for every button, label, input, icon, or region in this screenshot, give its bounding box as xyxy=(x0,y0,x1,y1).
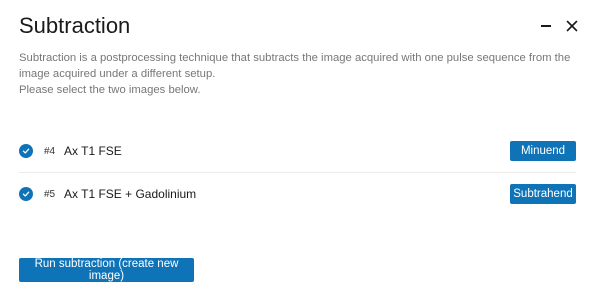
close-icon xyxy=(566,20,578,32)
window-controls xyxy=(539,18,579,34)
series-name: Ax T1 FSE xyxy=(64,144,122,158)
row-divider xyxy=(19,172,576,173)
description-text: Subtraction is a postprocessing techniqu… xyxy=(19,52,571,80)
checkmark-icon xyxy=(22,148,30,154)
description-instruction: Please select the two images below. xyxy=(19,84,201,96)
series-checkbox[interactable] xyxy=(19,187,33,201)
subtrahend-button[interactable]: Subtrahend xyxy=(510,184,576,204)
minimize-icon xyxy=(541,25,551,27)
subtraction-dialog: Subtraction Subtraction is a postprocess… xyxy=(0,0,597,304)
series-row: #5 Ax T1 FSE + Gadolinium Subtrahend xyxy=(19,182,576,206)
series-number: #5 xyxy=(44,188,56,200)
series-name: Ax T1 FSE + Gadolinium xyxy=(64,187,197,201)
minimize-button[interactable] xyxy=(539,18,553,34)
run-subtraction-button[interactable]: Run subtraction (create new image) xyxy=(19,258,194,282)
series-row: #4 Ax T1 FSE Minuend xyxy=(19,139,576,163)
dialog-description: Subtraction is a postprocessing techniqu… xyxy=(19,50,584,98)
series-checkbox[interactable] xyxy=(19,144,33,158)
series-number: #4 xyxy=(44,145,56,157)
minuend-button[interactable]: Minuend xyxy=(510,141,576,161)
dialog-title: Subtraction xyxy=(19,13,131,38)
checkmark-icon xyxy=(22,191,30,197)
close-button[interactable] xyxy=(565,18,579,34)
